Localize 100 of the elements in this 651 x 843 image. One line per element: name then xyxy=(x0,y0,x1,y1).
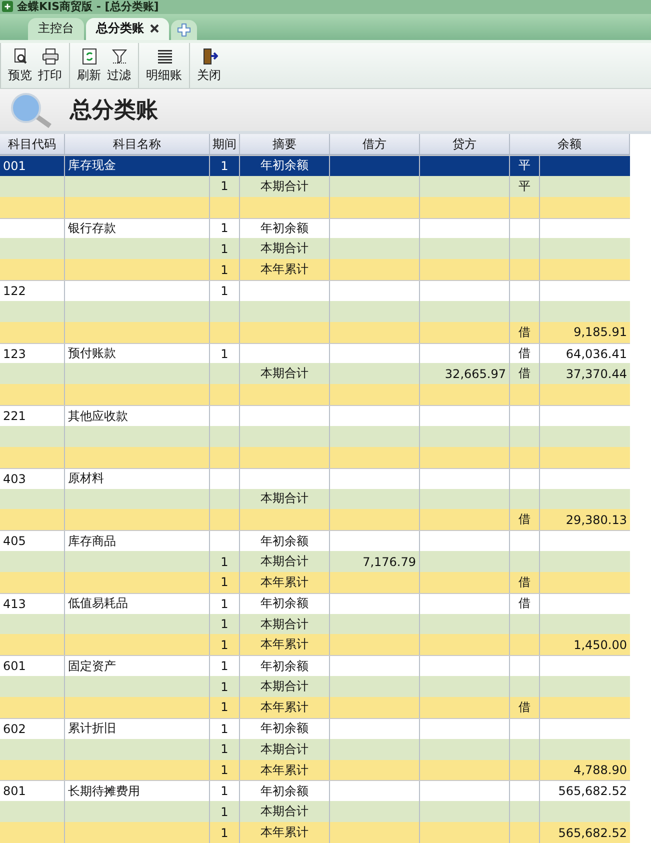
table-cell: 601 xyxy=(3,659,26,674)
toolbar-button[interactable]: 刷新 xyxy=(74,42,104,88)
table-row[interactable]: 413 低值易耗品 1 年初余额 借 xyxy=(0,592,630,614)
table-row[interactable]: 1 本年累计 1,450.00 xyxy=(0,634,630,656)
table-cell: 年初余额 xyxy=(260,782,308,800)
table-row[interactable]: 1 本年累计 借 xyxy=(0,697,630,718)
toolbar-button[interactable]: 过滤 xyxy=(104,42,134,88)
table-cell: 1 xyxy=(220,804,228,819)
table-cell: 预付账款 xyxy=(68,345,116,362)
table-row[interactable]: 1 本期合计 xyxy=(0,238,630,260)
close-icon[interactable] xyxy=(150,24,159,34)
table-cell: 1 xyxy=(220,346,228,361)
table-cell: 1 xyxy=(220,284,228,298)
table-cell: 本期合计 xyxy=(260,178,308,195)
toolbar-button[interactable]: 关闭 xyxy=(194,42,224,88)
page-heading: 总分类账 xyxy=(70,97,158,126)
toolbar-button[interactable]: 预览 xyxy=(5,42,35,88)
table-cell: 本年累计 xyxy=(260,636,308,654)
table-row[interactable]: 1 本期合计 7,176.79 xyxy=(0,551,630,572)
table-row[interactable]: 1 本期合计 xyxy=(0,676,630,698)
column-header[interactable]: 贷方 xyxy=(420,134,510,154)
column-header[interactable]: 科目名称 xyxy=(65,134,210,154)
column-header[interactable]: 余额 xyxy=(510,134,630,154)
table-row[interactable]: 601 固定资产 1 年初余额 xyxy=(0,655,630,676)
refresh-icon xyxy=(80,48,98,65)
table-row[interactable]: 借 9,185.91 xyxy=(0,322,630,343)
table-cell: 1 xyxy=(220,700,228,714)
table-row[interactable]: 银行存款 1 年初余额 xyxy=(0,218,630,238)
table-row[interactable]: 1 本年累计 xyxy=(0,259,630,280)
table-cell: 借 xyxy=(518,365,530,382)
table-cell: 本年累计 xyxy=(260,762,308,778)
plus-icon xyxy=(177,22,191,37)
table-row[interactable]: 1 本期合计 平 xyxy=(0,176,630,197)
table-row[interactable] xyxy=(0,300,630,322)
table-cell: 借 xyxy=(518,595,530,612)
table-row[interactable]: 1 本期合计 xyxy=(0,738,630,760)
table-cell: 年初余额 xyxy=(260,720,308,738)
tab[interactable]: 主控台 xyxy=(28,18,84,40)
table-cell: 1 xyxy=(220,242,228,256)
table-cell: 年初余额 xyxy=(260,157,308,174)
table-cell: 长期待摊费用 xyxy=(68,782,140,800)
table-cell: 本期合计 xyxy=(260,616,308,633)
table-row[interactable]: 1 本期合计 xyxy=(0,614,630,634)
table-cell: 年初余额 xyxy=(260,595,308,612)
table-row[interactable]: 1 本年累计 借 xyxy=(0,572,630,593)
table-cell: 本年累计 xyxy=(260,824,308,842)
table-cell: 1 xyxy=(220,742,228,756)
table-cell: 1 xyxy=(220,158,228,173)
table-row[interactable] xyxy=(0,196,630,218)
table-cell: 1 xyxy=(220,179,228,194)
table-cell: 借 xyxy=(518,511,530,528)
table-cell: 本期合计 xyxy=(260,678,308,696)
table-cell: 1 xyxy=(220,554,228,569)
table-cell: 32,665.97 xyxy=(444,366,506,381)
table-row[interactable]: 本期合计 xyxy=(0,488,630,510)
table-row[interactable]: 801 长期待摊费用 1 年初余额 565,682.52 xyxy=(0,780,630,802)
table-cell: 123 xyxy=(3,346,26,361)
table-cell: 1 xyxy=(220,221,228,236)
app-icon xyxy=(2,1,13,12)
column-header[interactable]: 期间 xyxy=(210,134,240,154)
table-cell: 1 xyxy=(220,575,228,590)
table-row[interactable]: 602 累计折旧 1 年初余额 xyxy=(0,718,630,739)
table-row[interactable]: 借 29,380.13 xyxy=(0,509,630,530)
table-cell: 801 xyxy=(3,784,26,798)
toolbar-button[interactable]: 打印 xyxy=(35,42,65,88)
add-tab-button[interactable] xyxy=(171,20,197,40)
table-row[interactable]: 1 本期合计 xyxy=(0,801,630,822)
table-cell: 9,185.91 xyxy=(574,325,627,340)
table-cell: 借 xyxy=(518,324,530,341)
table-row[interactable]: 122 1 xyxy=(0,280,630,301)
column-header[interactable]: 摘要 xyxy=(240,134,330,154)
table-row[interactable] xyxy=(0,446,630,468)
table-cell: 本年累计 xyxy=(260,698,308,716)
table-row[interactable]: 403 原材料 xyxy=(0,468,630,489)
table-cell: 1 xyxy=(220,826,228,840)
door-arrow-icon xyxy=(200,48,218,65)
table-row[interactable]: 001 库存现金 1 年初余额 平 xyxy=(0,154,630,176)
column-header[interactable]: 科目代码 xyxy=(0,134,65,154)
table-row[interactable]: 1 本年累计 4,788.90 xyxy=(0,760,630,780)
tab[interactable]: 总分类账 xyxy=(86,18,169,40)
toolbar-button[interactable]: 明细账 xyxy=(143,42,185,88)
table-row[interactable]: 1 本年累计 565,682.52 xyxy=(0,822,630,843)
table-cell: 库存商品 xyxy=(68,532,116,550)
table-row[interactable]: 221 其他应收款 xyxy=(0,405,630,426)
table-row[interactable]: 405 库存商品 年初余额 xyxy=(0,530,630,552)
table-cell: 4,788.90 xyxy=(574,763,627,777)
table-row[interactable]: 本期合计 32,665.97 借 37,370.44 xyxy=(0,363,630,384)
table-row[interactable] xyxy=(0,384,630,406)
table-cell: 其他应收款 xyxy=(68,408,128,425)
table-cell: 借 xyxy=(518,698,530,716)
table-cell: 库存现金 xyxy=(68,157,116,174)
table-row[interactable]: 123 预付账款 1 借 64,036.41 xyxy=(0,342,630,364)
table-cell: 本年累计 xyxy=(260,574,308,591)
table-row[interactable] xyxy=(0,426,630,447)
table-cell: 银行存款 xyxy=(68,220,116,237)
table-cell: 7,176.79 xyxy=(362,554,416,569)
table-cell: 本年累计 xyxy=(260,261,308,278)
table-cell: 原材料 xyxy=(68,470,104,488)
table-cell: 平 xyxy=(518,157,530,174)
column-header[interactable]: 借方 xyxy=(330,134,420,154)
